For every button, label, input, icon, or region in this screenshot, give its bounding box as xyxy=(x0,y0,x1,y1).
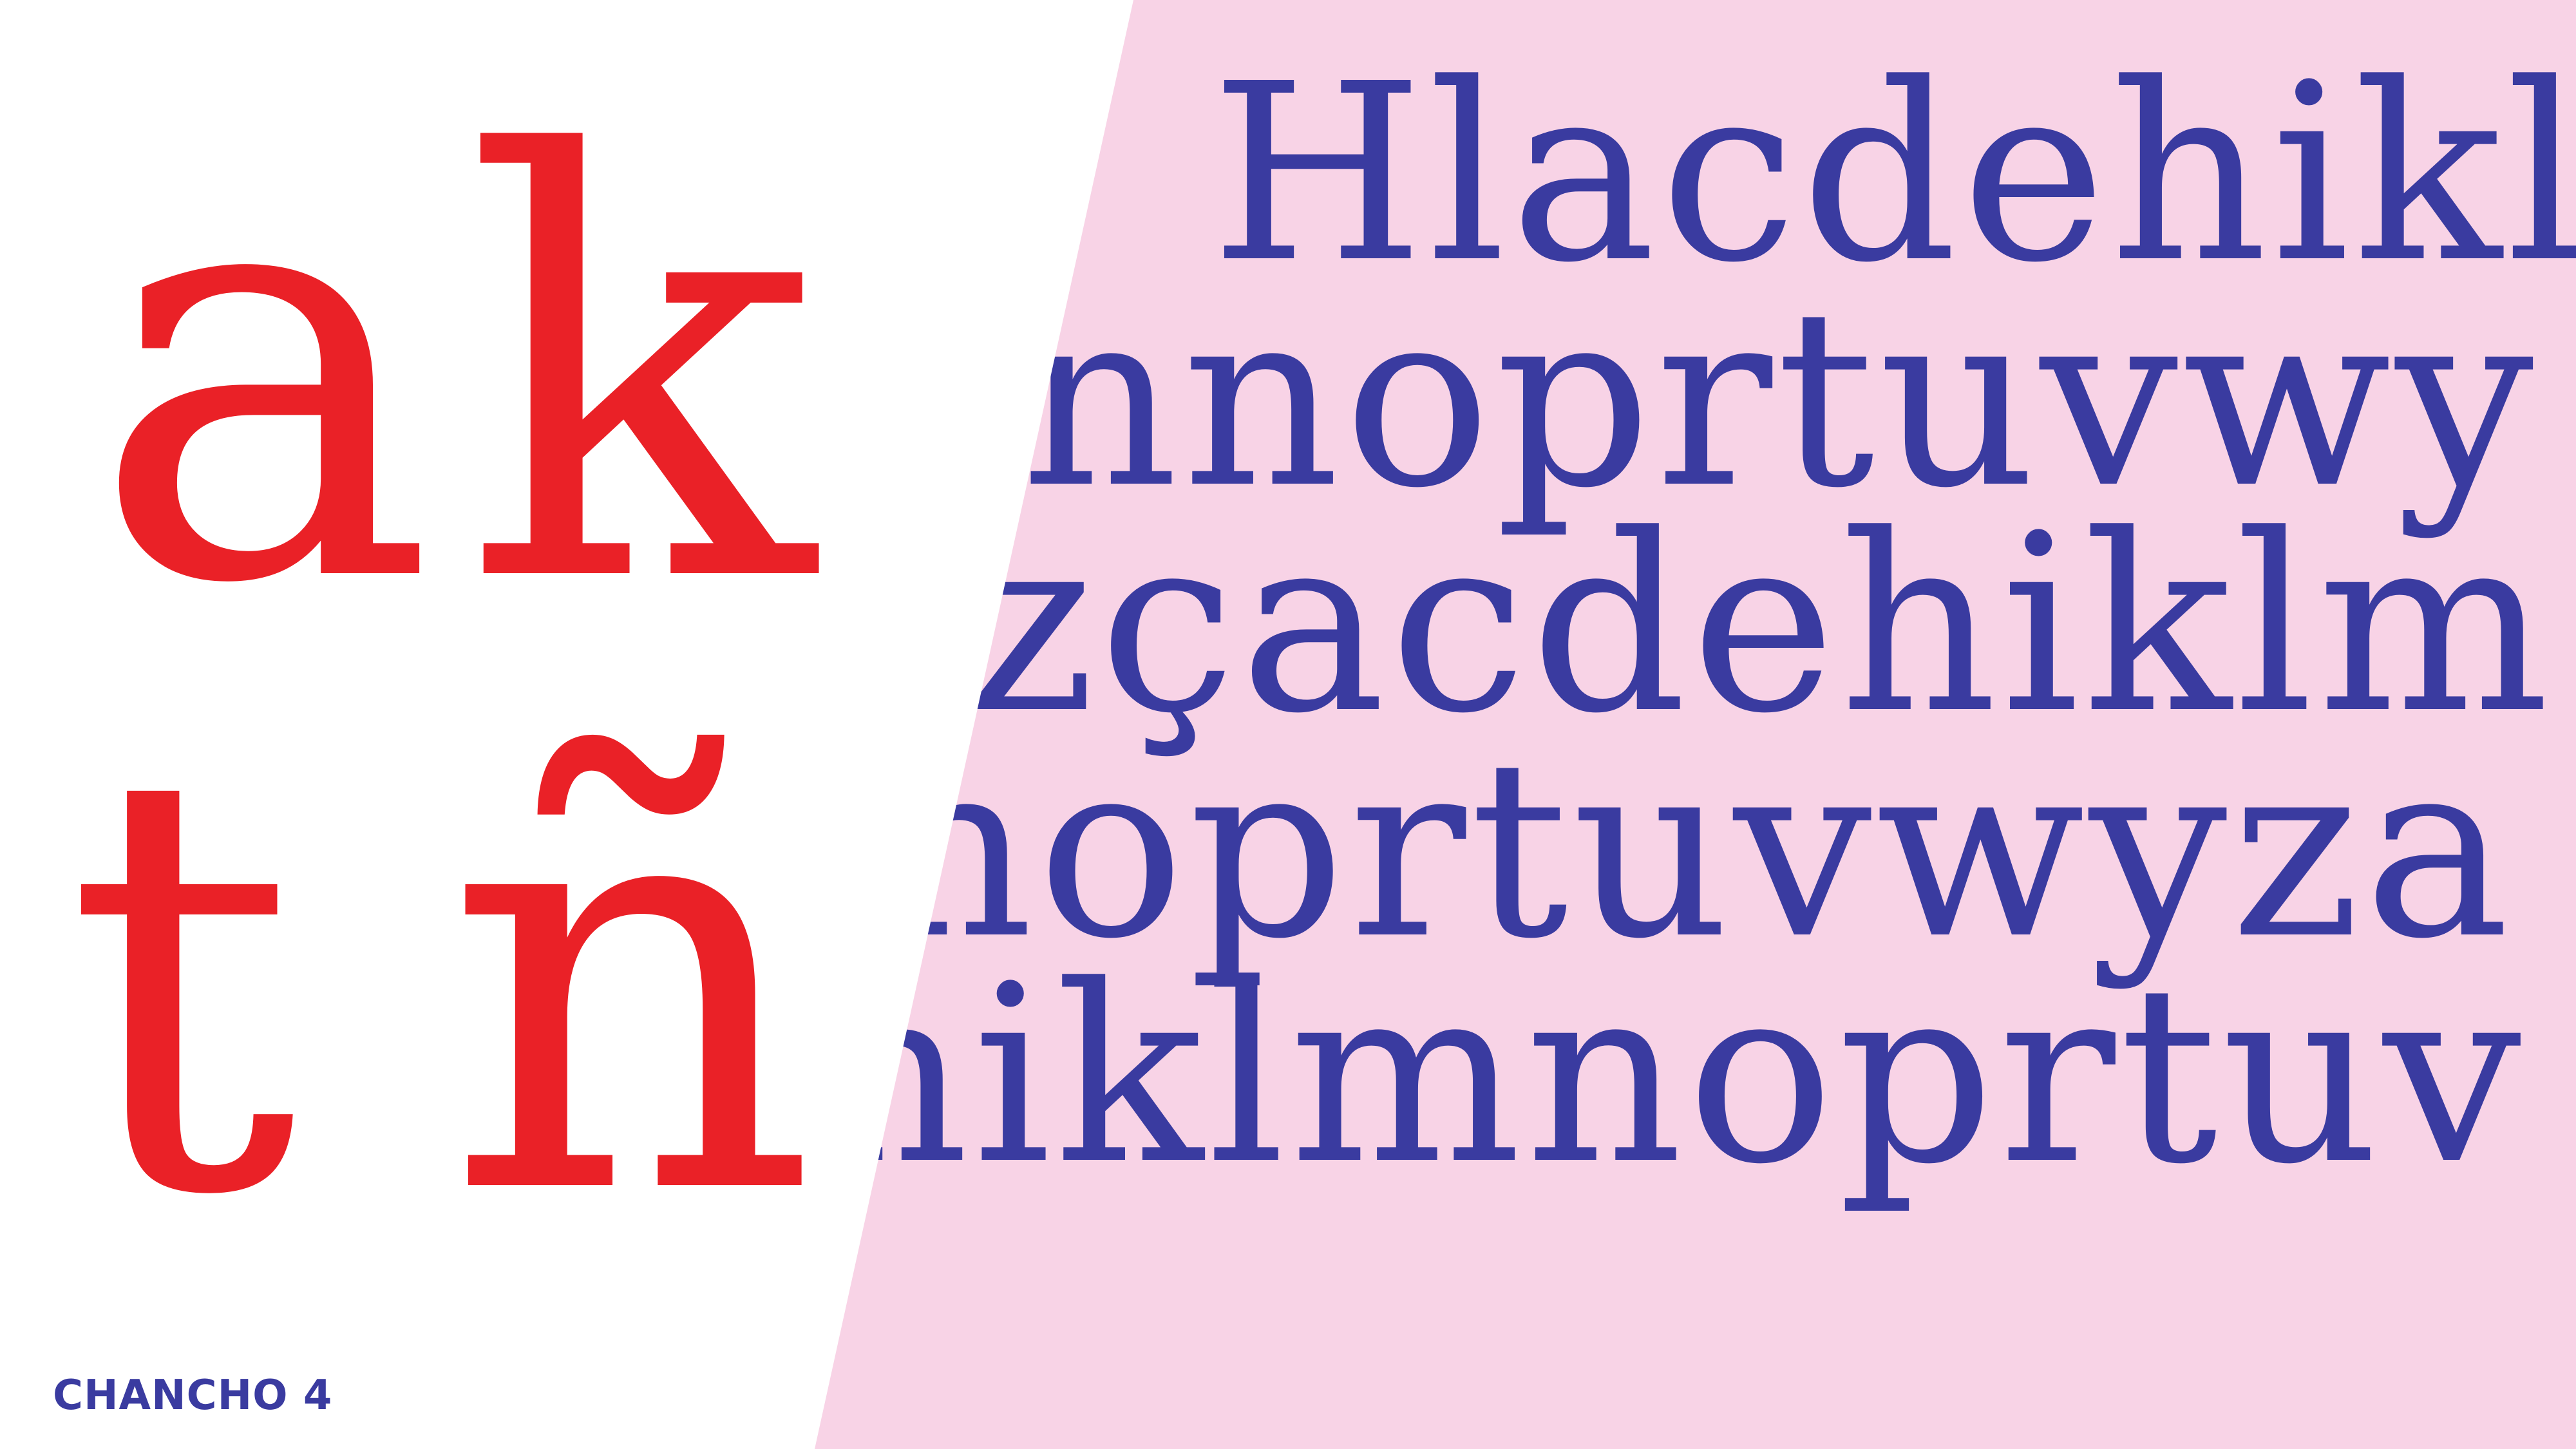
feature-glyph-k: k xyxy=(464,36,815,710)
specimen-line: hiklmnoprtuv xyxy=(811,933,2525,1218)
feature-glyph-a: a xyxy=(90,36,436,710)
feature-glyph-n-tilde: ñ xyxy=(444,648,818,1322)
feature-glyph-t: t xyxy=(64,648,298,1322)
font-name-caption: CHANCHO 4 xyxy=(53,1372,333,1419)
specimen-canvas: Hlacdehikl nnoprtuvwy zçacdehiklm noprtu… xyxy=(0,0,2576,1449)
